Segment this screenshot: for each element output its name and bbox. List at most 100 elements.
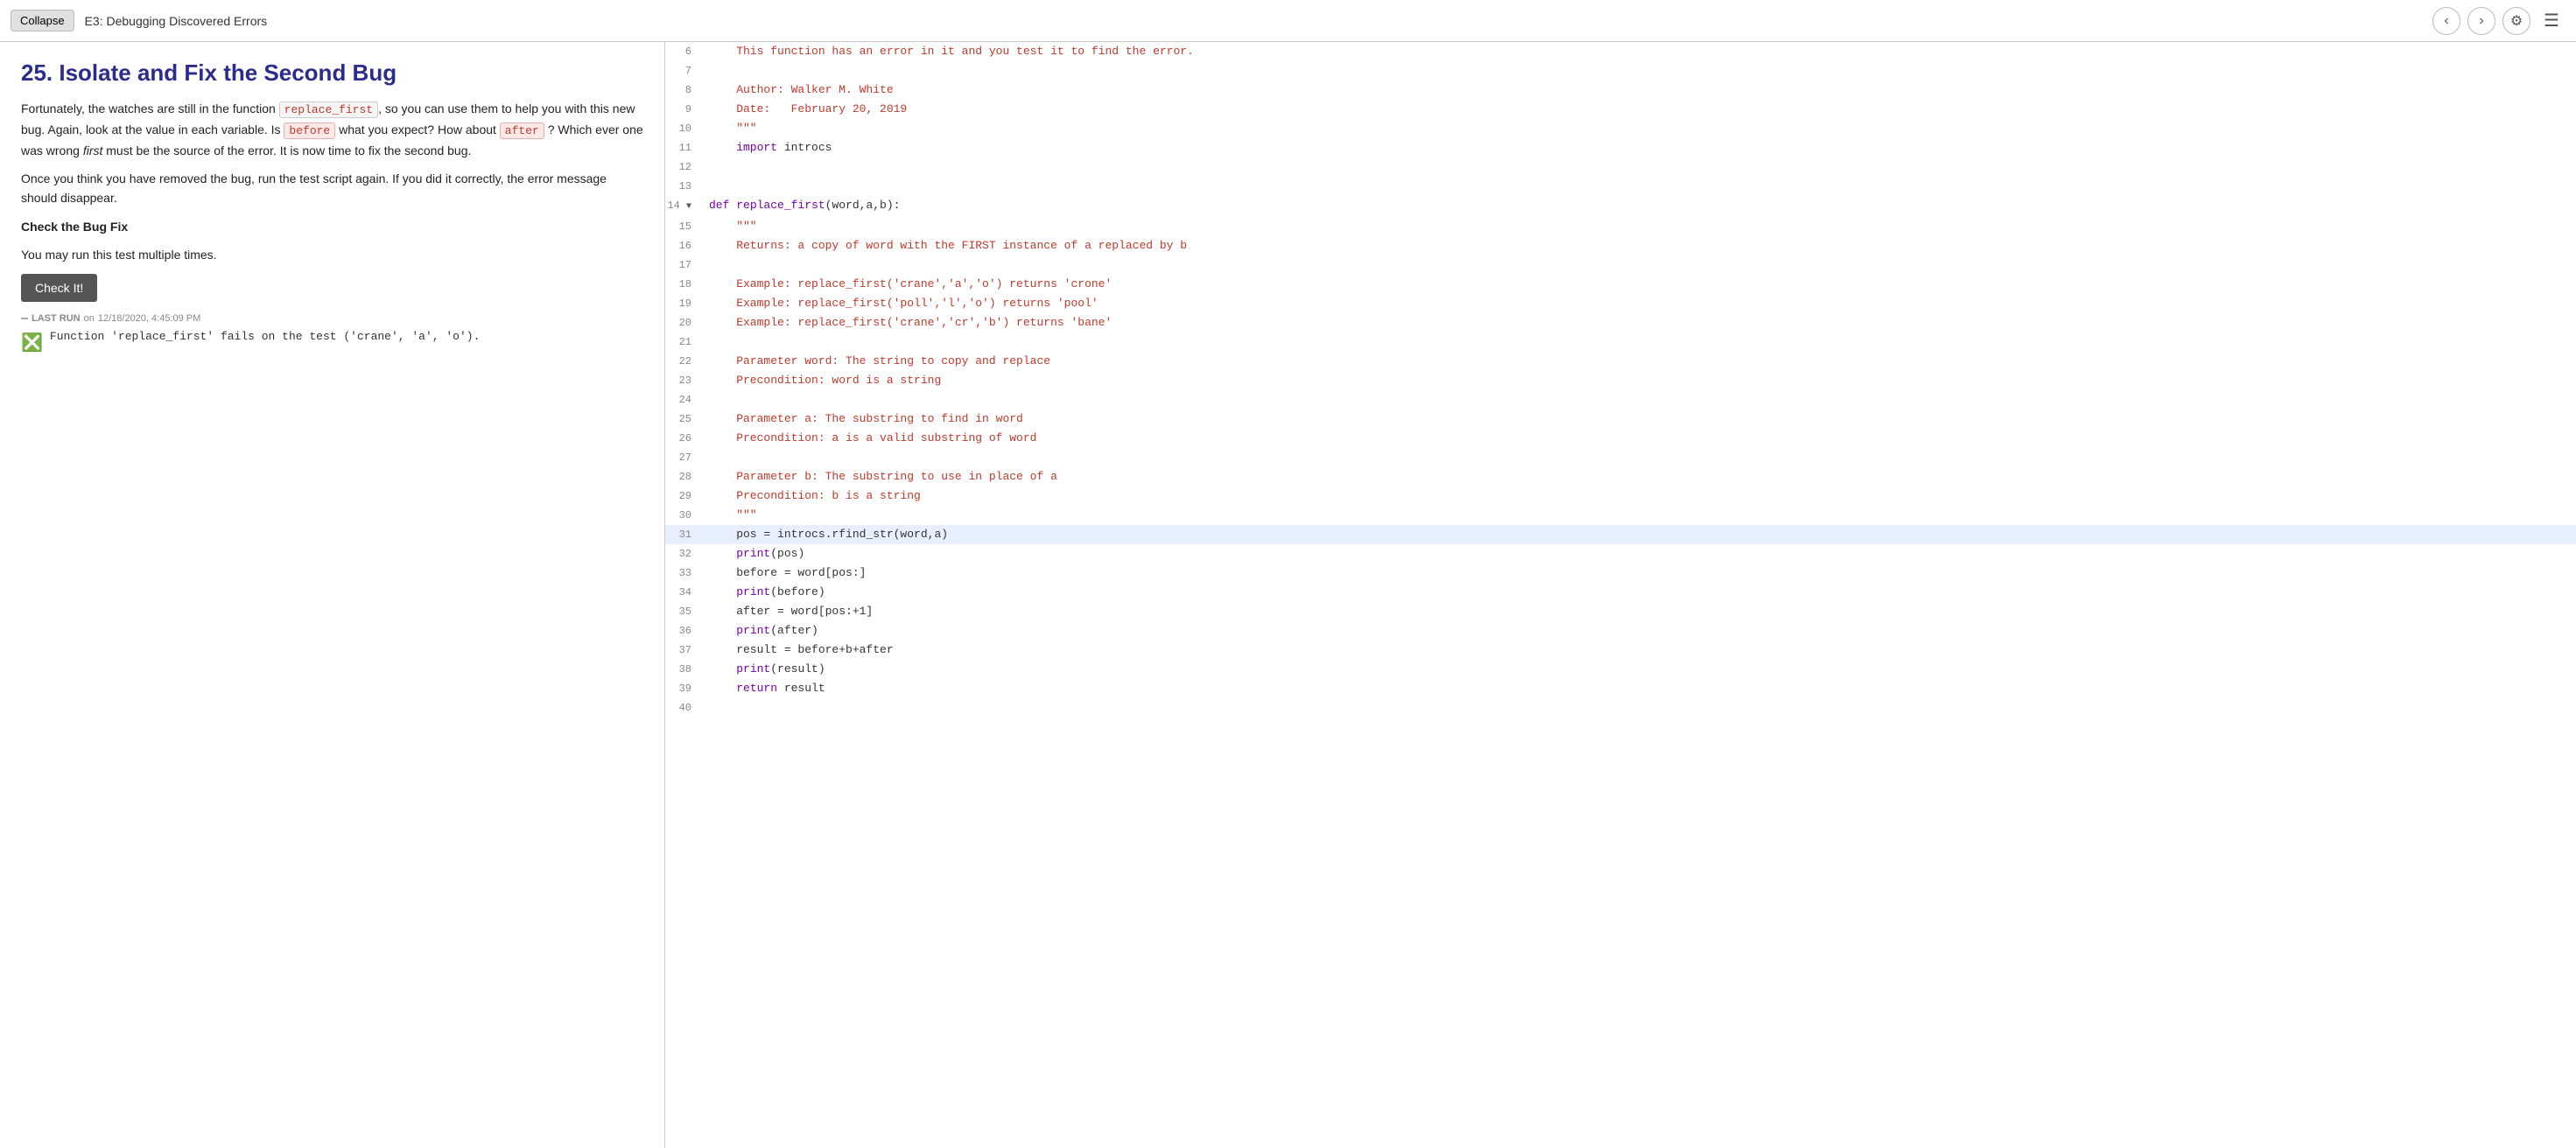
- line-content: print(pos): [709, 544, 2576, 564]
- prev-button[interactable]: ‹: [2432, 7, 2460, 35]
- code-line-22[interactable]: 22 Parameter word: The string to copy an…: [665, 352, 2576, 371]
- last-run-date: 12/18/2020, 4:45:09 PM: [98, 313, 200, 324]
- code-line-27[interactable]: 27: [665, 448, 2576, 467]
- keyword: return: [736, 682, 777, 695]
- line-number: 38: [665, 660, 709, 679]
- line-content: def replace_first(word,a,b):: [709, 196, 2576, 215]
- list-button[interactable]: ☰: [2537, 7, 2565, 35]
- code-line-16[interactable]: 16 Returns: a copy of word with the FIRS…: [665, 236, 2576, 256]
- line-content: """: [709, 217, 2576, 236]
- code-line-9[interactable]: 9 Date: February 20, 2019: [665, 100, 2576, 119]
- check-bug-fix-heading: Check the Bug Fix: [21, 217, 643, 236]
- code-line-20[interactable]: 20 Example: replace_first('crane','cr','…: [665, 313, 2576, 332]
- code-line-33[interactable]: 33 before = word[pos:]: [665, 564, 2576, 583]
- line-content: before = word[pos:]: [709, 564, 2576, 583]
- line-number: 22: [665, 352, 709, 371]
- line-number: 39: [665, 679, 709, 698]
- line-content: Example: replace_first('poll','l','o') r…: [709, 294, 2576, 313]
- code-line-21[interactable]: 21: [665, 332, 2576, 352]
- line-content: Parameter b: The substring to use in pla…: [709, 467, 2576, 486]
- collapse-button[interactable]: Collapse: [11, 10, 74, 32]
- line-number: 11: [665, 138, 709, 158]
- code-line-37[interactable]: 37 result = before+b+after: [665, 640, 2576, 660]
- keyword: print: [736, 585, 770, 598]
- code-line-12[interactable]: 12: [665, 158, 2576, 177]
- result-error-icon: ❎: [21, 332, 43, 354]
- keyword: print: [736, 547, 770, 560]
- code-line-30[interactable]: 30 """: [665, 506, 2576, 525]
- line-content: Author: Walker M. White: [709, 80, 2576, 100]
- code-line-17[interactable]: 17: [665, 256, 2576, 275]
- line-content: Precondition: b is a string: [709, 486, 2576, 506]
- line-number: 13: [665, 177, 709, 196]
- code-line-32[interactable]: 32 print(pos): [665, 544, 2576, 564]
- keyword: def: [709, 199, 736, 212]
- code-line-25[interactable]: 25 Parameter a: The substring to find in…: [665, 410, 2576, 429]
- code-line-38[interactable]: 38 print(result): [665, 660, 2576, 679]
- code-line-29[interactable]: 29 Precondition: b is a string: [665, 486, 2576, 506]
- code-line-14[interactable]: 14 ▼def replace_first(word,a,b):: [665, 196, 2576, 217]
- code-line-13[interactable]: 13: [665, 177, 2576, 196]
- code-line-28[interactable]: 28 Parameter b: The substring to use in …: [665, 467, 2576, 486]
- code-line-39[interactable]: 39 return result: [665, 679, 2576, 698]
- check-run-text: You may run this test multiple times.: [21, 245, 643, 264]
- check-it-button[interactable]: Check It!: [21, 274, 97, 302]
- code-line-36[interactable]: 36 print(after): [665, 621, 2576, 640]
- keyword: print: [736, 662, 770, 676]
- line-number: 17: [665, 256, 709, 275]
- run-status-bar: ⎯ LAST RUN on 12/18/2020, 4:45:09 PM: [21, 311, 643, 326]
- line-number: 12: [665, 158, 709, 177]
- line-number: 7: [665, 61, 709, 80]
- line-number: 9: [665, 100, 709, 119]
- line-content: pos = introcs.rfind_str(word,a): [709, 525, 2576, 544]
- line-content: return result: [709, 679, 2576, 698]
- code-line-26[interactable]: 26 Precondition: a is a valid substring …: [665, 429, 2576, 448]
- code-line-19[interactable]: 19 Example: replace_first('poll','l','o'…: [665, 294, 2576, 313]
- line-number: 14 ▼: [665, 196, 709, 217]
- line-number: 33: [665, 564, 709, 583]
- arrow-icon: ▼: [686, 202, 691, 212]
- page-heading: 25. Isolate and Fix the Second Bug: [21, 60, 643, 87]
- code-line-35[interactable]: 35 after = word[pos:+1]: [665, 602, 2576, 621]
- code-line-24[interactable]: 24: [665, 390, 2576, 410]
- code-line-7[interactable]: 7: [665, 61, 2576, 80]
- code-line-15[interactable]: 15 """: [665, 217, 2576, 236]
- last-run-on: on: [84, 313, 95, 324]
- code-line-34[interactable]: 34 print(before): [665, 583, 2576, 602]
- code-line-6[interactable]: 6 This function has an error in it and y…: [665, 42, 2576, 61]
- line-number: 31: [665, 525, 709, 544]
- para1-text3: what you expect? How about: [335, 122, 500, 136]
- line-number: 21: [665, 332, 709, 352]
- line-content: Example: replace_first('crane','a','o') …: [709, 275, 2576, 294]
- code-line-8[interactable]: 8 Author: Walker M. White: [665, 80, 2576, 100]
- line-content: print(before): [709, 583, 2576, 602]
- code-line-40[interactable]: 40: [665, 698, 2576, 718]
- settings-button[interactable]: ⚙: [2502, 7, 2530, 35]
- run-status-icon: ⎯: [21, 311, 28, 326]
- code-line-10[interactable]: 10 """: [665, 119, 2576, 138]
- code-line-23[interactable]: 23 Precondition: word is a string: [665, 371, 2576, 390]
- code-line-31[interactable]: 31 pos = introcs.rfind_str(word,a): [665, 525, 2576, 544]
- code-line-18[interactable]: 18 Example: replace_first('crane','a','o…: [665, 275, 2576, 294]
- code-line-11[interactable]: 11 import introcs: [665, 138, 2576, 158]
- function-name: replace_first: [736, 199, 825, 212]
- left-panel: 25. Isolate and Fix the Second Bug Fortu…: [0, 42, 665, 1148]
- line-number: 8: [665, 80, 709, 100]
- line-number: 37: [665, 640, 709, 660]
- line-number: 28: [665, 467, 709, 486]
- code-args: (word,a,b):: [825, 199, 901, 212]
- line-number: 36: [665, 621, 709, 640]
- code-before: before: [284, 122, 335, 139]
- line-content: import introcs: [709, 138, 2576, 158]
- module-name: introcs: [784, 141, 832, 154]
- line-content: Date: February 20, 2019: [709, 100, 2576, 119]
- line-number: 6: [665, 42, 709, 61]
- next-button[interactable]: ›: [2467, 7, 2495, 35]
- line-content: """: [709, 119, 2576, 138]
- line-content: Parameter word: The string to copy and r…: [709, 352, 2576, 371]
- line-content: This function has an error in it and you…: [709, 42, 2576, 61]
- result-text: Function 'replace_first' fails on the te…: [50, 330, 480, 343]
- line-number: 24: [665, 390, 709, 410]
- top-bar-icons: ‹ › ⚙ ☰: [2432, 7, 2565, 35]
- line-content: """: [709, 506, 2576, 525]
